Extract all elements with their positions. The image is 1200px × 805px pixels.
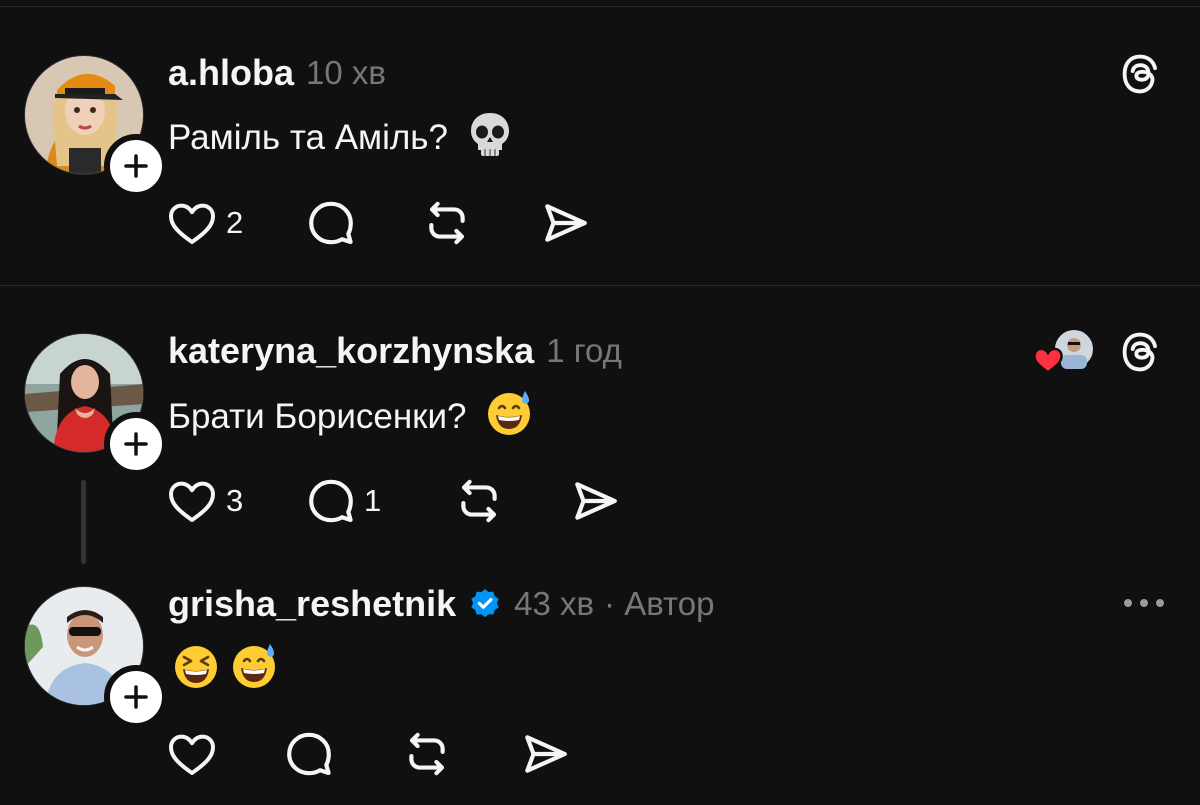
comment-icon bbox=[287, 732, 331, 776]
liked-heart-icon bbox=[1033, 347, 1063, 374]
like-button[interactable]: 3 bbox=[166, 476, 306, 526]
send-icon bbox=[575, 482, 617, 520]
avatar-grisha-reshetnik[interactable] bbox=[24, 586, 168, 729]
like-button[interactable]: 2 bbox=[166, 198, 306, 248]
comment-icon bbox=[309, 479, 353, 523]
follow-plus-button[interactable] bbox=[104, 134, 168, 198]
send-icon bbox=[525, 735, 567, 773]
post-time[interactable]: 10 хв bbox=[306, 54, 386, 92]
reply-button[interactable] bbox=[306, 198, 422, 248]
thread-connector-line bbox=[81, 480, 86, 564]
like-count: 3 bbox=[226, 483, 244, 518]
comment-icon bbox=[309, 201, 353, 245]
reply-button[interactable] bbox=[284, 729, 402, 779]
share-button[interactable] bbox=[540, 198, 590, 248]
grinning-sweat-emoji bbox=[230, 642, 278, 699]
plus-icon bbox=[124, 432, 148, 456]
reply-count: 1 bbox=[364, 483, 382, 518]
top-divider bbox=[0, 6, 1200, 7]
plus-icon bbox=[124, 685, 148, 709]
repost-button[interactable] bbox=[422, 198, 540, 248]
liked-by-author-indicator bbox=[1033, 327, 1095, 375]
author-label: · Автор bbox=[604, 585, 715, 622]
verified-badge-icon bbox=[468, 587, 502, 621]
skull-emoji bbox=[466, 110, 514, 167]
share-button[interactable] bbox=[520, 729, 570, 779]
share-button[interactable] bbox=[570, 476, 620, 526]
repost-button[interactable] bbox=[454, 476, 570, 526]
repost-button[interactable] bbox=[402, 729, 520, 779]
post-text: Раміль та Аміль? bbox=[168, 118, 448, 157]
repost-icon bbox=[461, 479, 497, 523]
send-icon bbox=[545, 204, 587, 242]
follow-plus-button[interactable] bbox=[104, 665, 168, 729]
laughing-squint-emoji bbox=[172, 642, 220, 699]
username[interactable]: kateryna_korzhynska bbox=[168, 330, 534, 372]
reply-button[interactable]: 1 bbox=[306, 476, 454, 526]
post-time[interactable]: 43 хв bbox=[514, 585, 594, 623]
avatar-a-hloba[interactable] bbox=[24, 55, 168, 198]
repost-icon bbox=[409, 732, 445, 776]
like-count: 2 bbox=[226, 205, 244, 240]
avatar-kateryna-korzhynska[interactable] bbox=[24, 333, 168, 476]
threads-logo-icon[interactable] bbox=[1118, 52, 1162, 96]
grinning-sweat-emoji bbox=[485, 389, 533, 446]
threads-logo-icon[interactable] bbox=[1118, 330, 1162, 374]
repost-icon bbox=[429, 201, 465, 245]
heart-icon bbox=[169, 203, 215, 244]
post-divider bbox=[0, 285, 1200, 286]
username[interactable]: grisha_reshetnik bbox=[168, 583, 456, 625]
like-button[interactable] bbox=[166, 729, 284, 779]
heart-icon bbox=[169, 734, 215, 775]
heart-icon bbox=[169, 481, 215, 522]
username[interactable]: a.hloba bbox=[168, 52, 294, 94]
follow-plus-button[interactable] bbox=[104, 412, 168, 476]
plus-icon bbox=[124, 154, 148, 178]
post-time[interactable]: 1 год bbox=[546, 332, 622, 370]
post-text: Брати Борисенки? bbox=[168, 397, 467, 436]
more-dots-icon[interactable] bbox=[1124, 599, 1164, 607]
